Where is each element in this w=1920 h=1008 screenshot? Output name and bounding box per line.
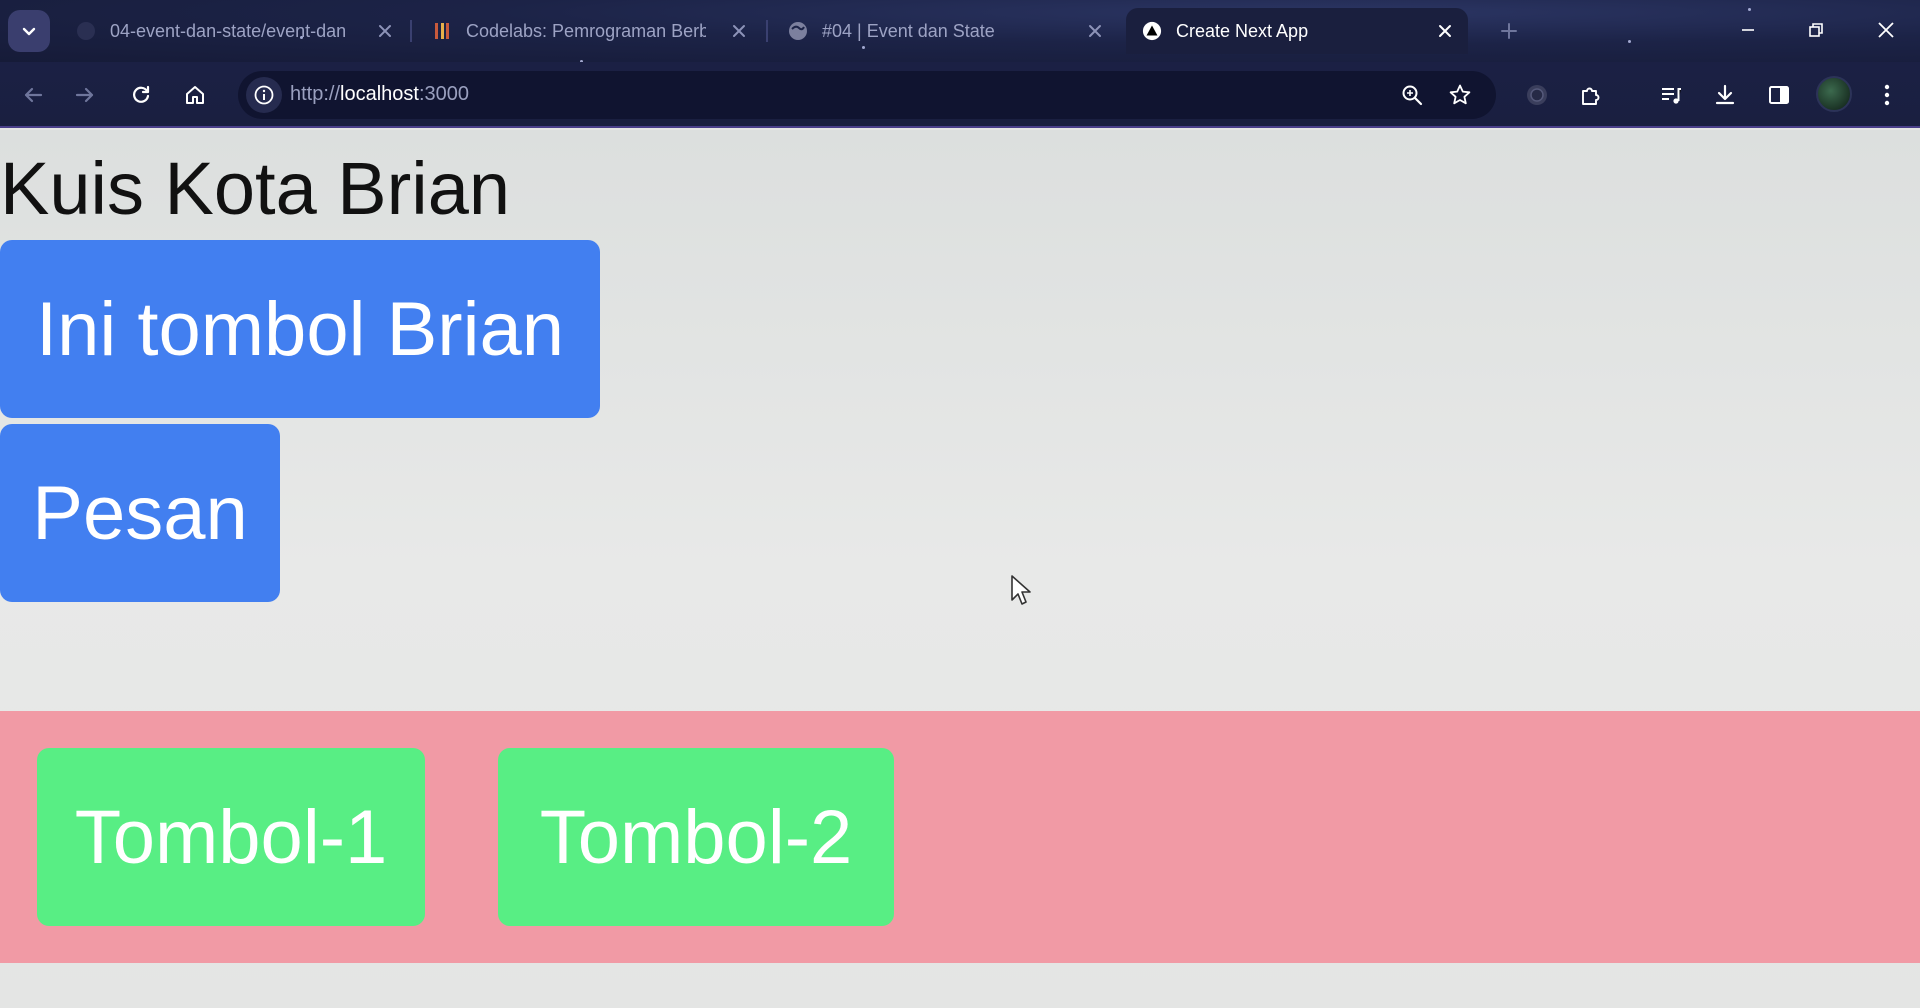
home-button[interactable]	[174, 74, 216, 116]
playlist-music-icon	[1662, 88, 1681, 104]
tab-codelabs[interactable]: Codelabs: Pemrograman Berba	[432, 8, 750, 54]
button-toolbar: Tombol-1 Tombol-2	[0, 711, 1920, 963]
tombol-2-button[interactable]: Tombol-2	[498, 748, 894, 926]
close-icon[interactable]	[1434, 20, 1456, 42]
home-icon	[186, 86, 204, 104]
codelabs-icon	[432, 21, 452, 41]
media-control-button[interactable]	[1650, 74, 1692, 116]
plus-icon	[1501, 23, 1517, 39]
close-window-button[interactable]	[1862, 10, 1910, 50]
tab-title: Codelabs: Pemrograman Berba	[466, 20, 706, 41]
page-title: Kuis Kota Brian	[0, 147, 511, 230]
tab-create-next-app[interactable]: Create Next App	[1126, 8, 1468, 54]
url-host: localhost	[340, 83, 419, 105]
arrow-left-icon	[24, 87, 43, 103]
browser-menu-button[interactable]	[1866, 74, 1908, 116]
close-icon	[1878, 22, 1894, 38]
close-icon[interactable]	[374, 20, 396, 42]
pesan-button[interactable]: Pesan	[0, 424, 280, 602]
github-icon	[76, 21, 96, 41]
minimize-button[interactable]	[1724, 10, 1772, 50]
close-icon[interactable]	[1084, 20, 1106, 42]
extension-circle-icon	[1527, 85, 1547, 105]
side-panel-button[interactable]	[1758, 74, 1800, 116]
address-bar[interactable]: http://localhost:3000	[238, 71, 1496, 119]
url-scheme: http://	[290, 83, 341, 105]
downloads-button[interactable]	[1704, 74, 1746, 116]
tab-title: Create Next App	[1176, 20, 1309, 41]
new-tab-button[interactable]	[1494, 16, 1524, 46]
site-info-icon[interactable]	[246, 77, 282, 113]
page-viewport: Kuis Kota Brian Ini tombol Brian Pesan T…	[0, 130, 1920, 1008]
chevron-down-icon	[22, 27, 36, 36]
tab-github[interactable]: 04-event-dan-state/event-dan	[76, 8, 396, 54]
reload-button[interactable]	[120, 74, 162, 116]
minimize-icon	[1742, 29, 1754, 31]
extension-button[interactable]	[1516, 74, 1558, 116]
profile-avatar[interactable]	[1816, 76, 1852, 112]
arrow-right-icon	[75, 87, 94, 103]
tab-event-dan-state[interactable]: #04 | Event dan State	[788, 8, 1106, 54]
bookmark-star-icon[interactable]	[1442, 77, 1478, 113]
mouse-cursor-icon	[1011, 575, 1031, 605]
side-panel-icon	[1769, 86, 1789, 104]
restore-icon	[1809, 23, 1823, 37]
url-port: :3000	[418, 83, 470, 105]
decorative-star	[1628, 40, 1631, 43]
back-button[interactable]	[12, 74, 54, 116]
url-text[interactable]: http://localhost:3000	[290, 83, 469, 106]
browser-toolbar: http://localhost:3000	[0, 62, 1920, 128]
browser-tab-strip: 04-event-dan-state/event-dan Codelabs: P…	[0, 0, 1920, 62]
tab-title: 04-event-dan-state/event-dan	[110, 20, 347, 41]
tab-separator	[766, 20, 768, 42]
brian-button[interactable]: Ini tombol Brian	[0, 240, 600, 418]
zoom-icon[interactable]	[1394, 77, 1430, 113]
close-icon[interactable]	[728, 20, 750, 42]
download-icon	[1715, 84, 1735, 105]
forward-button[interactable]	[64, 74, 106, 116]
puzzle-icon	[1582, 87, 1600, 105]
restore-button[interactable]	[1792, 10, 1840, 50]
nextjs-icon	[1142, 21, 1162, 41]
tab-separator	[410, 20, 412, 42]
extensions-button[interactable]	[1570, 74, 1612, 116]
reload-icon	[133, 85, 150, 103]
tab-search-button[interactable]	[8, 10, 50, 52]
tab-title: #04 | Event dan State	[822, 20, 995, 41]
more-vertical-icon	[1884, 84, 1890, 106]
tombol-1-button[interactable]: Tombol-1	[37, 748, 425, 926]
globe-icon	[788, 21, 808, 41]
